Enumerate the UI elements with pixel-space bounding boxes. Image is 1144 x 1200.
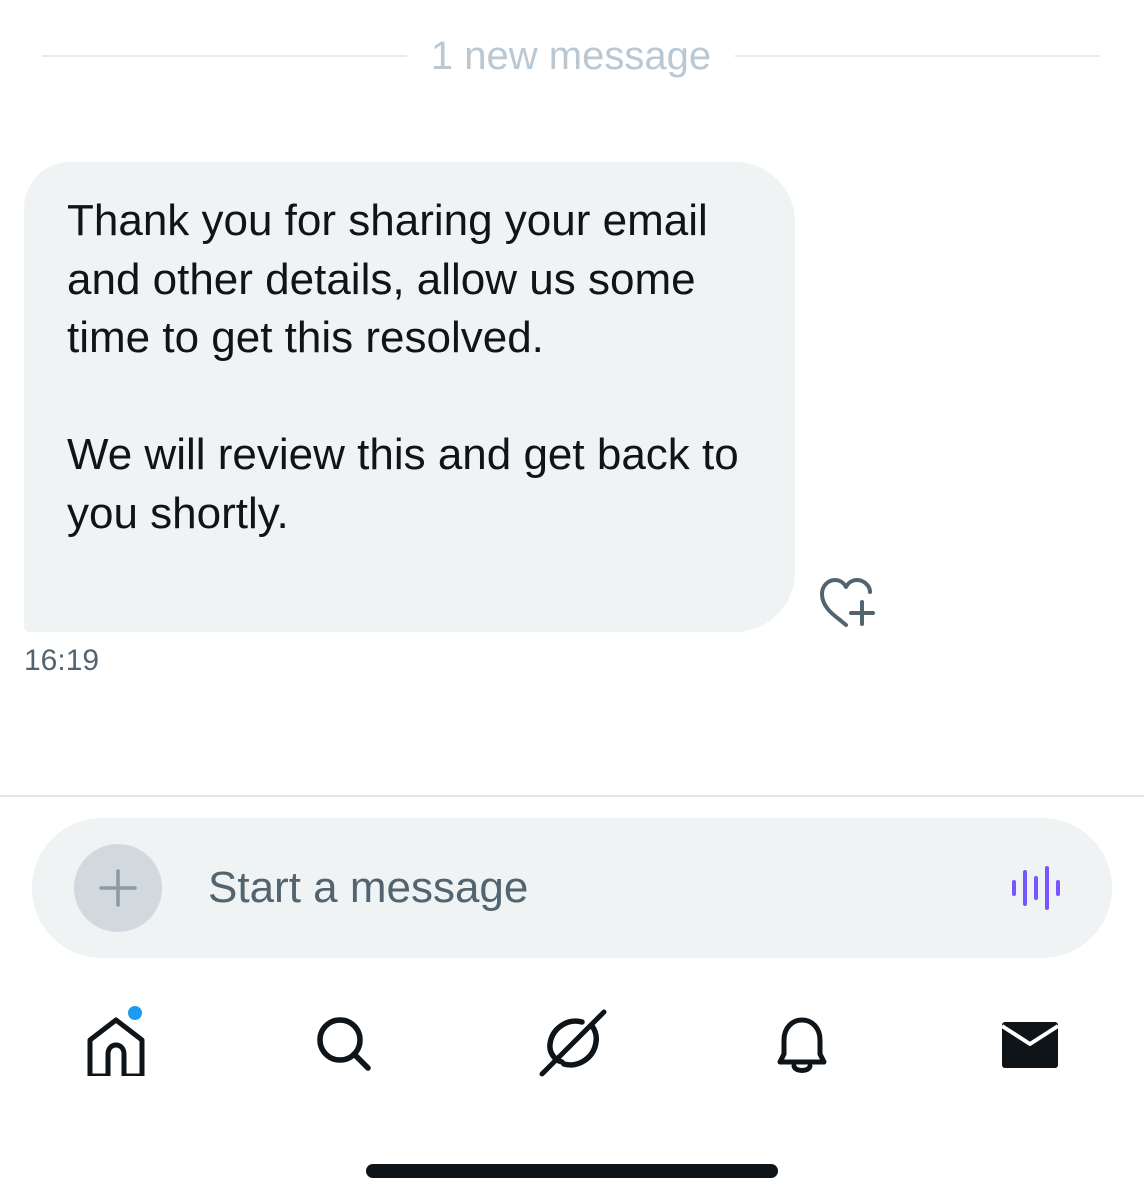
new-message-divider: 1 new message <box>42 28 1100 84</box>
mail-icon <box>1000 1022 1060 1068</box>
bell-icon <box>777 1017 827 1073</box>
message-text: Thank you for sharing your email and oth… <box>67 192 767 543</box>
tab-messages[interactable] <box>998 1012 1062 1076</box>
tab-home[interactable] <box>84 1004 148 1079</box>
divider-line-left <box>42 55 407 57</box>
dm-conversation-screen: 1 new message Thank you for sharing your… <box>0 0 1144 1200</box>
heart-plus-icon <box>820 578 875 627</box>
home-icon <box>87 1017 145 1079</box>
add-reaction-button[interactable] <box>818 574 878 628</box>
message-paragraph-2: We will review this and get back to you … <box>67 430 739 538</box>
add-media-button[interactable] <box>74 844 162 932</box>
search-icon <box>317 1017 371 1071</box>
message-composer <box>32 818 1112 958</box>
message-input[interactable] <box>208 848 968 928</box>
new-message-label: 1 new message <box>430 33 712 78</box>
plus-icon <box>99 869 137 907</box>
message-timestamp: 16:19 <box>24 644 100 677</box>
tab-grok[interactable] <box>538 1008 608 1078</box>
divider-line-right <box>735 55 1100 57</box>
home-indicator-bar <box>366 1164 778 1178</box>
bottom-tab-bar <box>0 1000 1144 1090</box>
home-notification-dot <box>126 1004 144 1022</box>
voice-message-button[interactable] <box>1010 866 1064 910</box>
grok-icon <box>539 1009 607 1077</box>
message-paragraph-1: Thank you for sharing your email and oth… <box>67 196 708 362</box>
tab-search[interactable] <box>312 1012 376 1076</box>
voice-waveform-icon <box>1012 866 1060 910</box>
tab-notifications[interactable] <box>770 1012 834 1076</box>
composer-separator <box>0 795 1144 797</box>
